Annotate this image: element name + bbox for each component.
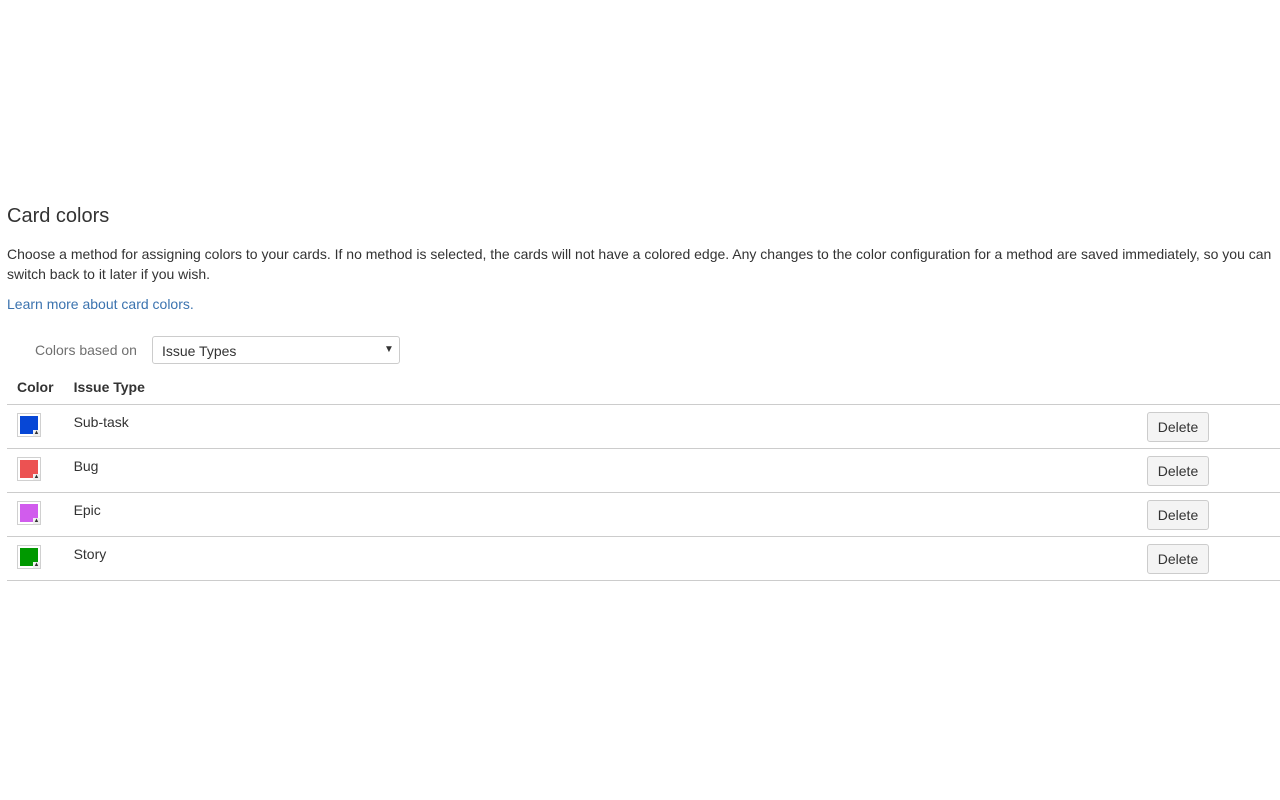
color-cell: ▲ [7, 404, 64, 449]
table-row: ▲ Bug Delete [7, 448, 1280, 493]
header-issue-type: Issue Type [63, 375, 538, 405]
color-cell: ▲ [7, 536, 64, 581]
colors-based-on-select[interactable]: Issue Types ▼ [151, 336, 400, 364]
caret-up-icon: ▲ [33, 518, 40, 524]
action-cell: Delete [537, 492, 1280, 537]
issue-type-name: Sub-task [63, 404, 538, 449]
select-value: Issue Types [161, 343, 237, 359]
table-row: ▲ Sub-task Delete [7, 404, 1280, 449]
delete-button[interactable]: Delete [1147, 412, 1209, 442]
caret-up-icon: ▲ [33, 474, 40, 480]
color-cell: ▲ [7, 448, 64, 493]
delete-button[interactable]: Delete [1147, 456, 1209, 486]
action-cell: Delete [537, 404, 1280, 449]
caret-up-icon: ▲ [33, 562, 40, 568]
color-picker[interactable]: ▲ [17, 457, 41, 481]
header-color: Color [7, 375, 64, 405]
colors-based-on-row: Colors based on Issue Types ▼ [35, 335, 400, 365]
caret-up-icon: ▲ [33, 430, 40, 436]
table-header-row: Color Issue Type [7, 375, 1280, 405]
delete-button[interactable]: Delete [1147, 544, 1209, 574]
color-picker[interactable]: ▲ [17, 501, 41, 525]
issue-type-name: Bug [63, 448, 538, 493]
issue-type-colors-table: Color Issue Type ▲ Sub-task Delete ▲ Bug [7, 375, 1280, 581]
issue-type-name: Epic [63, 492, 538, 537]
table-row: ▲ Epic Delete [7, 492, 1280, 537]
action-cell: Delete [537, 536, 1280, 581]
color-picker[interactable]: ▲ [17, 413, 41, 437]
action-cell: Delete [537, 448, 1280, 493]
chevron-down-icon: ▼ [384, 344, 394, 355]
section-description: Choose a method for assigning colors to … [7, 246, 1272, 282]
section-title: Card colors [7, 205, 110, 227]
header-actions [537, 375, 1280, 405]
table-row: ▲ Story Delete [7, 536, 1280, 581]
issue-type-name: Story [63, 536, 538, 581]
color-cell: ▲ [7, 492, 64, 537]
color-picker[interactable]: ▲ [17, 545, 41, 569]
delete-button[interactable]: Delete [1147, 500, 1209, 530]
learn-more-link[interactable]: Learn more about card colors. [7, 294, 194, 314]
colors-based-on-label: Colors based on [35, 342, 137, 358]
card-colors-section: Card colors Choose a method for assignin… [7, 203, 1280, 581]
